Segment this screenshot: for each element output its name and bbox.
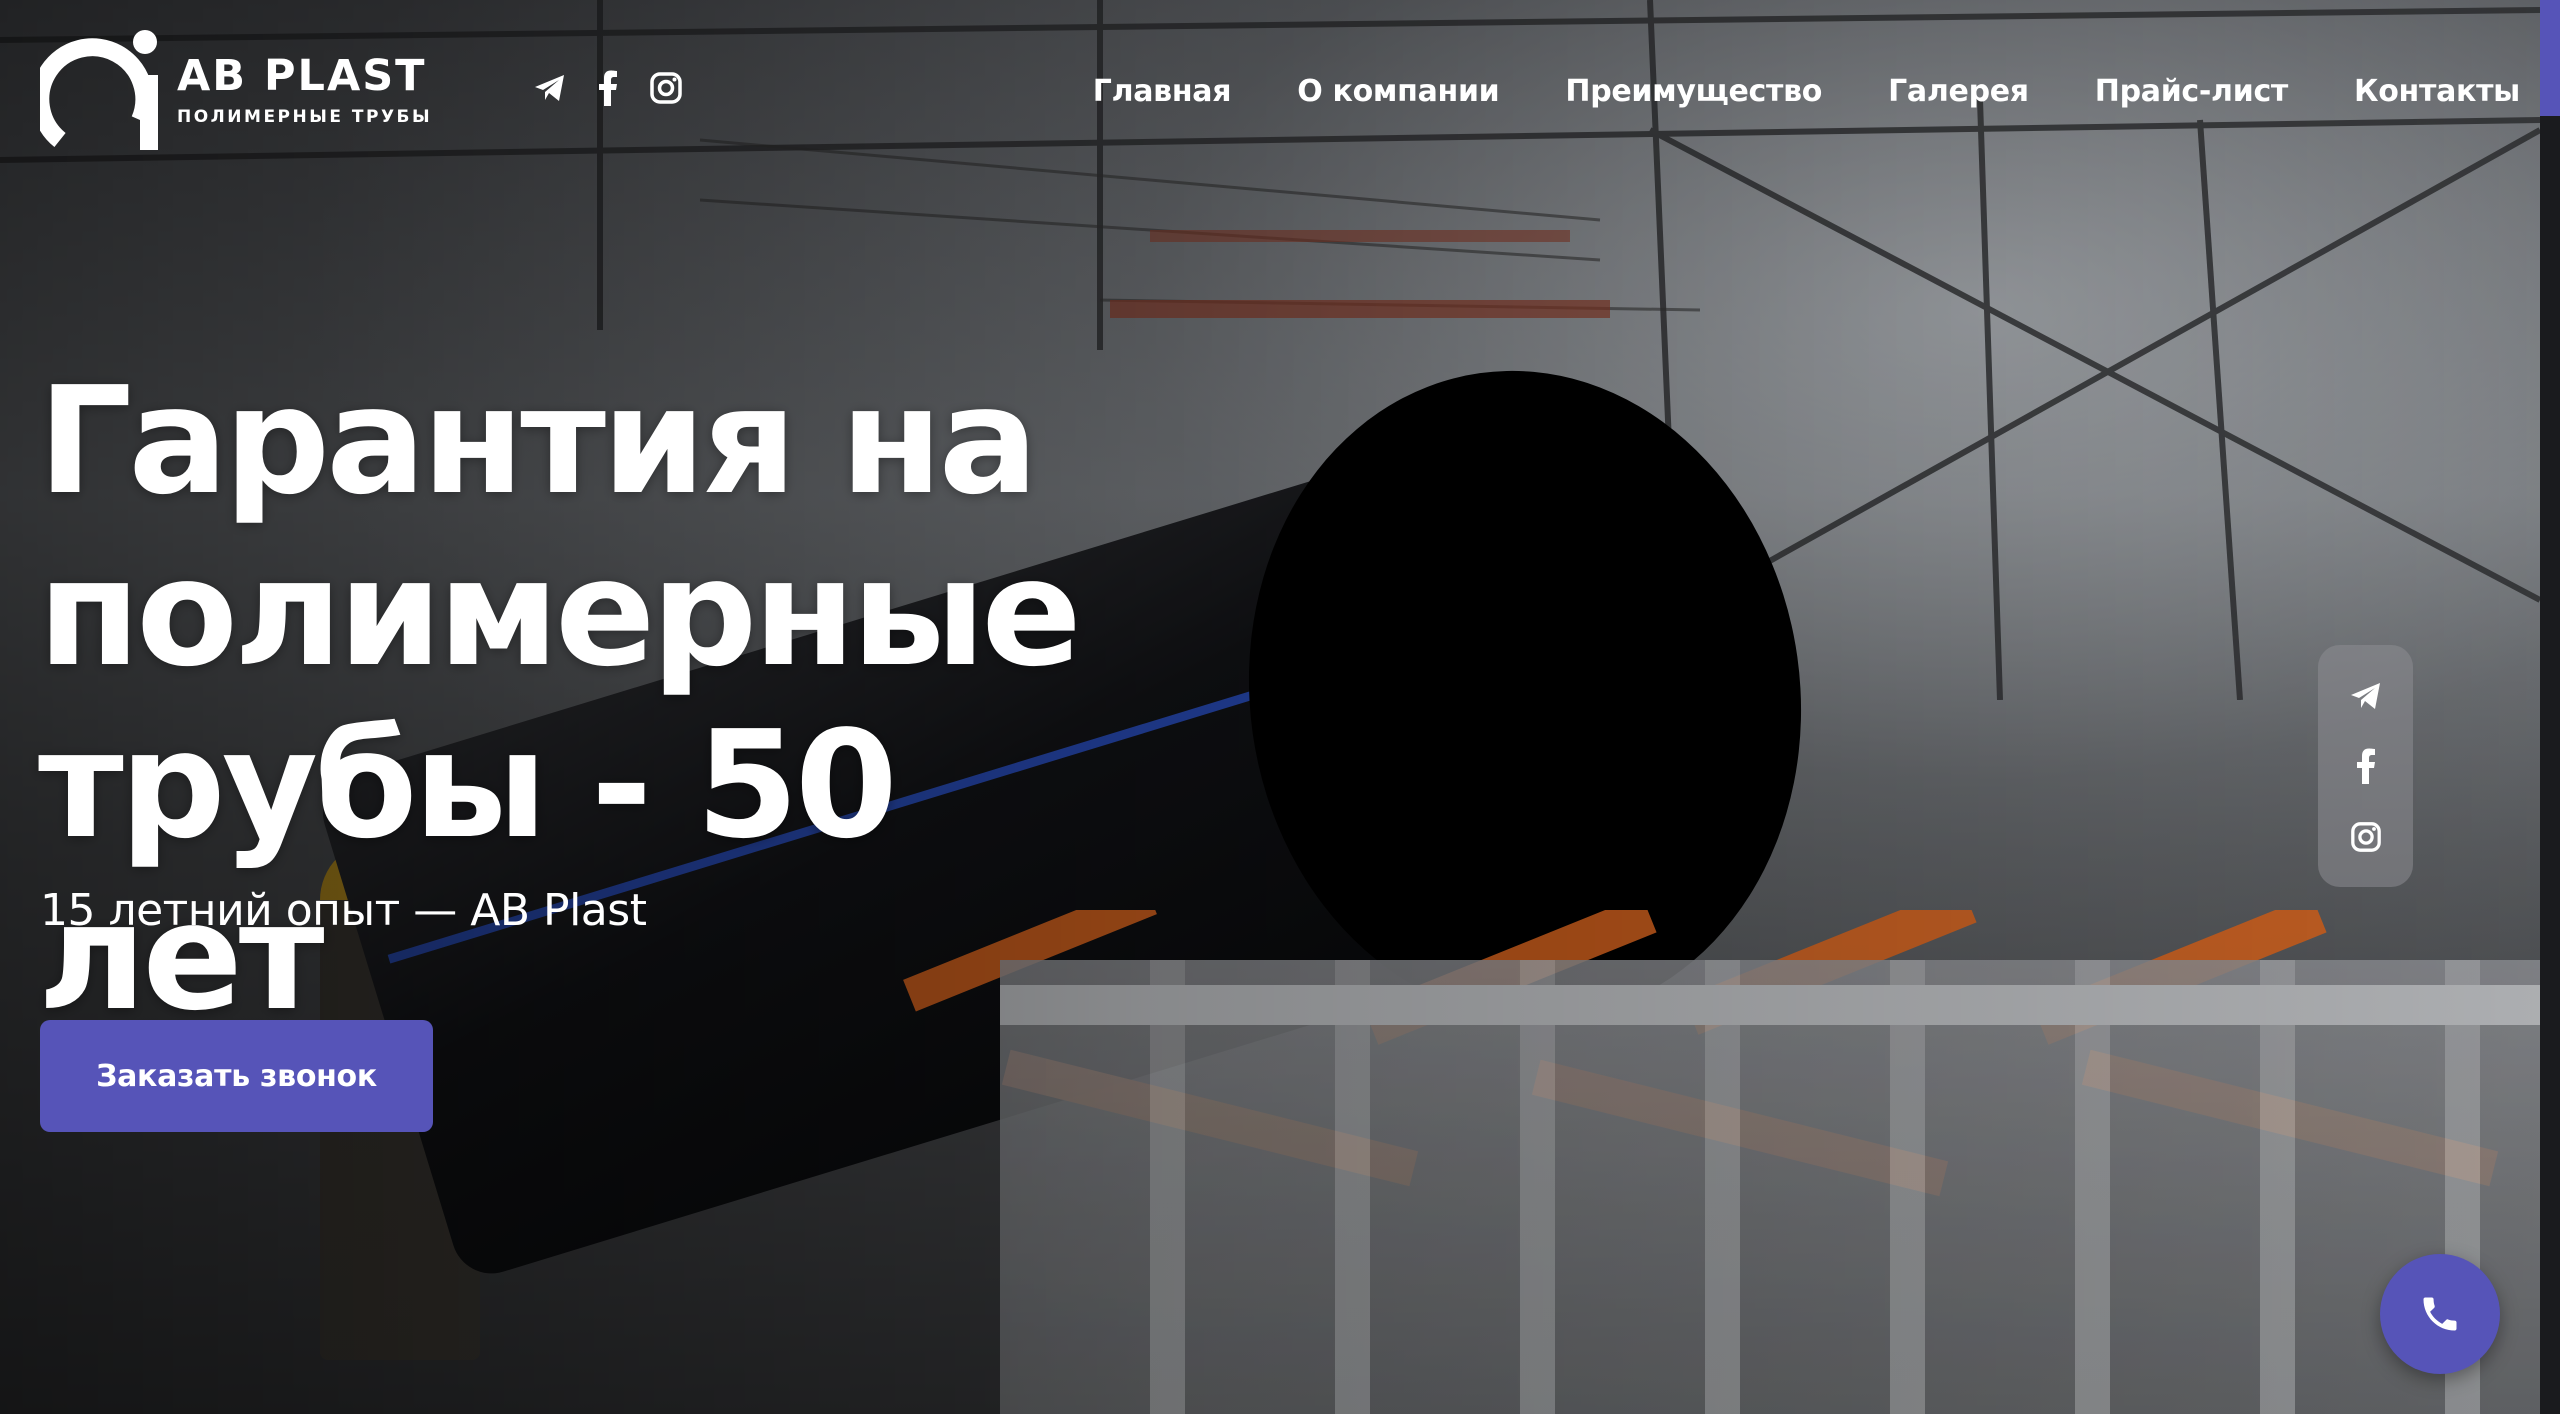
logo[interactable]: AB PLAST ПОЛИМЕРНЫЕ ТРУБЫ: [40, 20, 432, 160]
nav-item-home[interactable]: Главная: [1093, 74, 1232, 109]
hero-headline-line-1: Гарантия на: [38, 355, 1038, 527]
facebook-icon[interactable]: [2346, 746, 2386, 786]
scrollbar-thumb[interactable]: [2540, 0, 2560, 116]
instagram-icon[interactable]: [648, 70, 684, 106]
nav-item-contacts[interactable]: Контакты: [2354, 74, 2520, 109]
order-call-button[interactable]: Заказать звонок: [40, 1020, 433, 1132]
brand-tagline: ПОЛИМЕРНЫЕ ТРУБЫ: [177, 106, 433, 127]
brand-name: AB PLAST: [177, 51, 427, 102]
logo-icon: [40, 30, 158, 150]
nav-item-gallery[interactable]: Галерея: [1888, 74, 2029, 109]
telegram-icon[interactable]: [532, 70, 568, 106]
instagram-icon[interactable]: [2346, 817, 2386, 857]
hero-headline-line-3: трубы - 50 лет: [38, 699, 898, 1043]
nav-item-advantages[interactable]: Преимущество: [1565, 74, 1822, 109]
nav-item-about[interactable]: О компании: [1297, 74, 1499, 109]
header-social-links: [532, 70, 684, 106]
hero-headline: Гарантия на полимерные трубы - 50 лет: [38, 355, 1158, 1043]
hero-headline-line-2: полимерные: [38, 527, 1082, 699]
telegram-icon[interactable]: [2346, 676, 2386, 716]
facebook-icon[interactable]: [590, 70, 626, 106]
nav-item-pricelist[interactable]: Прайс-лист: [2095, 74, 2289, 109]
phone-icon: [2423, 1297, 2457, 1331]
floating-social-bar: [2318, 645, 2413, 887]
call-button[interactable]: [2380, 1254, 2500, 1374]
hero-subtitle: 15 летний опыт — AB Plast: [40, 885, 647, 936]
main-nav: Главная О компании Преимущество Галерея …: [1093, 74, 2521, 109]
